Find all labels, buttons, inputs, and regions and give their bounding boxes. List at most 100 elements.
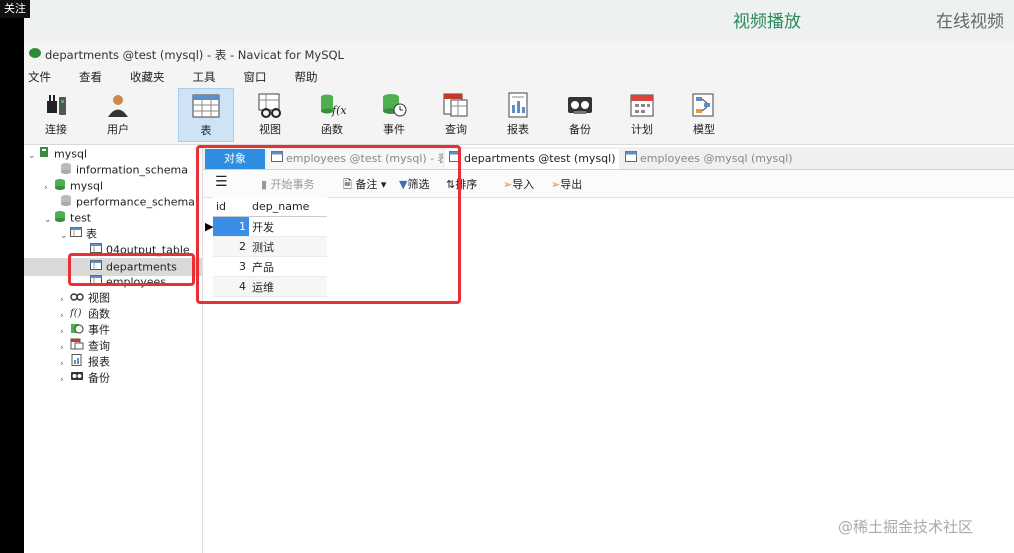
menu-favorites[interactable]: 收藏夹 bbox=[126, 66, 175, 86]
tree-folder-label: 事件 bbox=[88, 323, 110, 337]
user-icon bbox=[104, 91, 132, 119]
table-folder-icon bbox=[70, 226, 82, 243]
toolbar-backup-label: 备份 bbox=[569, 123, 591, 136]
svg-text:f(x): f(x) bbox=[331, 104, 346, 117]
chevron-down-icon[interactable]: ⌄ bbox=[44, 212, 54, 228]
tree-folder-tables[interactable]: ⌄ 表 bbox=[60, 226, 97, 242]
report-folder-icon bbox=[70, 354, 84, 371]
toolbar-table-label: 表 bbox=[200, 124, 212, 137]
menu-file[interactable]: 文件 bbox=[24, 66, 61, 86]
toolbar-query-label: 查询 bbox=[445, 123, 467, 136]
function-icon: f(x) bbox=[318, 91, 346, 119]
function-folder-icon: f() bbox=[69, 306, 84, 323]
toolbar-model-button[interactable]: 模型 bbox=[676, 88, 732, 142]
toolbar-model-label: 模型 bbox=[693, 123, 715, 136]
database-green-icon bbox=[54, 210, 66, 227]
export-icon: ➢ bbox=[551, 178, 561, 191]
online-video-label[interactable]: 在线视频 bbox=[936, 7, 1004, 32]
chevron-down-icon[interactable]: ⌄ bbox=[60, 228, 70, 244]
import-icon: ➢ bbox=[503, 178, 513, 191]
navicat-app-icon bbox=[29, 48, 41, 58]
database-grey-icon bbox=[60, 162, 72, 179]
sidebar-highlight-box bbox=[68, 253, 195, 286]
tree-folder-queries[interactable]: › 查询 bbox=[60, 338, 110, 354]
menu-help[interactable]: 帮助 bbox=[291, 66, 328, 86]
tree-folder-label: 表 bbox=[86, 227, 97, 241]
menu-view[interactable]: 查看 bbox=[75, 66, 112, 86]
menu-tools[interactable]: 工具 bbox=[189, 66, 226, 86]
table-icon bbox=[192, 92, 220, 120]
toolbar-function-label: 函数 bbox=[321, 123, 343, 136]
follow-badge[interactable]: 关注 bbox=[0, 0, 30, 18]
tree-db-information-schema[interactable]: information_schema bbox=[60, 162, 188, 178]
left-black-border bbox=[0, 0, 24, 553]
menu-window[interactable]: 窗口 bbox=[240, 66, 277, 86]
toolbar-view-label: 视图 bbox=[259, 123, 281, 136]
toolbar-query-button[interactable]: 查询 bbox=[428, 88, 484, 142]
toolbar-event-button[interactable]: 事件 bbox=[366, 88, 422, 142]
tree-folder-views[interactable]: › 视图 bbox=[60, 290, 110, 306]
query-folder-icon bbox=[70, 338, 84, 355]
toolbar-table-button[interactable]: 表 bbox=[178, 88, 234, 142]
video-play-label[interactable]: 视频播放 bbox=[733, 7, 801, 32]
toolbar-connection-label: 连接 bbox=[45, 123, 67, 136]
video-player-banner bbox=[0, 0, 1014, 40]
import-button[interactable]: ➢导入 bbox=[503, 176, 534, 192]
toolbar-backup-button[interactable]: 备份 bbox=[552, 88, 608, 142]
tree-folder-label: 备份 bbox=[88, 371, 110, 385]
import-label: 导入 bbox=[512, 178, 535, 191]
toolbar-schedule-button[interactable]: 计划 bbox=[614, 88, 670, 142]
tree-folder-reports[interactable]: › 报表 bbox=[60, 354, 110, 370]
tab-label: employees @mysql (mysql) ... bbox=[640, 152, 797, 165]
window-titlebar: departments @test (mysql) - 表 - Navicat … bbox=[24, 44, 1014, 64]
database-grey-icon bbox=[60, 194, 72, 211]
table-icon bbox=[625, 149, 637, 169]
chevron-right-icon[interactable]: › bbox=[44, 180, 54, 196]
tree-folder-backups[interactable]: › 备份 bbox=[60, 370, 110, 386]
chevron-right-icon[interactable]: › bbox=[60, 372, 70, 388]
tree-folder-label: 视图 bbox=[88, 291, 110, 305]
event-icon bbox=[380, 91, 408, 119]
tree-folder-label: 函数 bbox=[88, 307, 110, 321]
toolbar-event-label: 事件 bbox=[383, 123, 405, 136]
connection-plug-icon bbox=[42, 91, 70, 119]
tab-departments-test[interactable]: departments @test (mysql) ... bbox=[445, 149, 619, 169]
export-button[interactable]: ➢导出 bbox=[551, 176, 582, 192]
tree-db-label: mysql bbox=[70, 179, 103, 193]
tree-db-label: information_schema bbox=[76, 163, 188, 177]
tree-folder-label: 报表 bbox=[88, 355, 110, 369]
toolbar-user-button[interactable]: 用户 bbox=[90, 88, 146, 142]
content-highlight-box bbox=[196, 145, 461, 304]
tree-db-label: test bbox=[70, 211, 92, 225]
tree-folder-events[interactable]: › 事件 bbox=[60, 322, 110, 338]
tree-connection-mysql[interactable]: ⌄ mysql bbox=[28, 146, 87, 162]
tree-folder-label: 查询 bbox=[88, 339, 110, 353]
tab-employees-mysql[interactable]: employees @mysql (mysql) ... bbox=[621, 149, 797, 169]
connection-icon bbox=[38, 146, 50, 163]
connection-tree-sidebar: ⌄ mysql information_schema › mysql perform… bbox=[24, 145, 203, 553]
tree-folder-functions[interactable]: › f() 函数 bbox=[60, 306, 110, 322]
toolbar-view-button[interactable]: 视图 bbox=[242, 88, 298, 142]
report-icon bbox=[504, 91, 532, 119]
toolbar-report-button[interactable]: 报表 bbox=[490, 88, 546, 142]
menu-bar: 文件 查看 收藏夹 工具 窗口 帮助 bbox=[24, 66, 1014, 86]
model-icon bbox=[690, 91, 718, 119]
toolbar-user-label: 用户 bbox=[107, 123, 129, 136]
tree-db-label: performance_schema bbox=[76, 195, 195, 209]
tree-db-test[interactable]: ⌄ test bbox=[44, 210, 91, 226]
svg-text:f(): f() bbox=[70, 308, 82, 318]
toolbar-report-label: 报表 bbox=[507, 123, 529, 136]
main-toolbar: 连接 用户 表 视图 f(x) 函数 事件 查询 bbox=[24, 86, 1014, 145]
chevron-down-icon[interactable]: ⌄ bbox=[28, 148, 38, 164]
tree-db-mysql[interactable]: › mysql bbox=[44, 178, 103, 194]
toolbar-function-button[interactable]: f(x) 函数 bbox=[304, 88, 360, 142]
watermark-text: @稀土掘金技术社区 bbox=[838, 518, 974, 536]
toolbar-connection-button[interactable]: 连接 bbox=[28, 88, 84, 142]
database-green-icon bbox=[54, 178, 66, 195]
backup-folder-icon bbox=[70, 370, 84, 387]
query-icon bbox=[442, 91, 470, 119]
window-title: departments @test (mysql) - 表 - Navicat … bbox=[45, 48, 344, 62]
schedule-icon bbox=[628, 91, 656, 119]
toolbar-schedule-label: 计划 bbox=[631, 123, 653, 136]
tree-db-performance-schema[interactable]: performance_schema bbox=[60, 194, 195, 210]
